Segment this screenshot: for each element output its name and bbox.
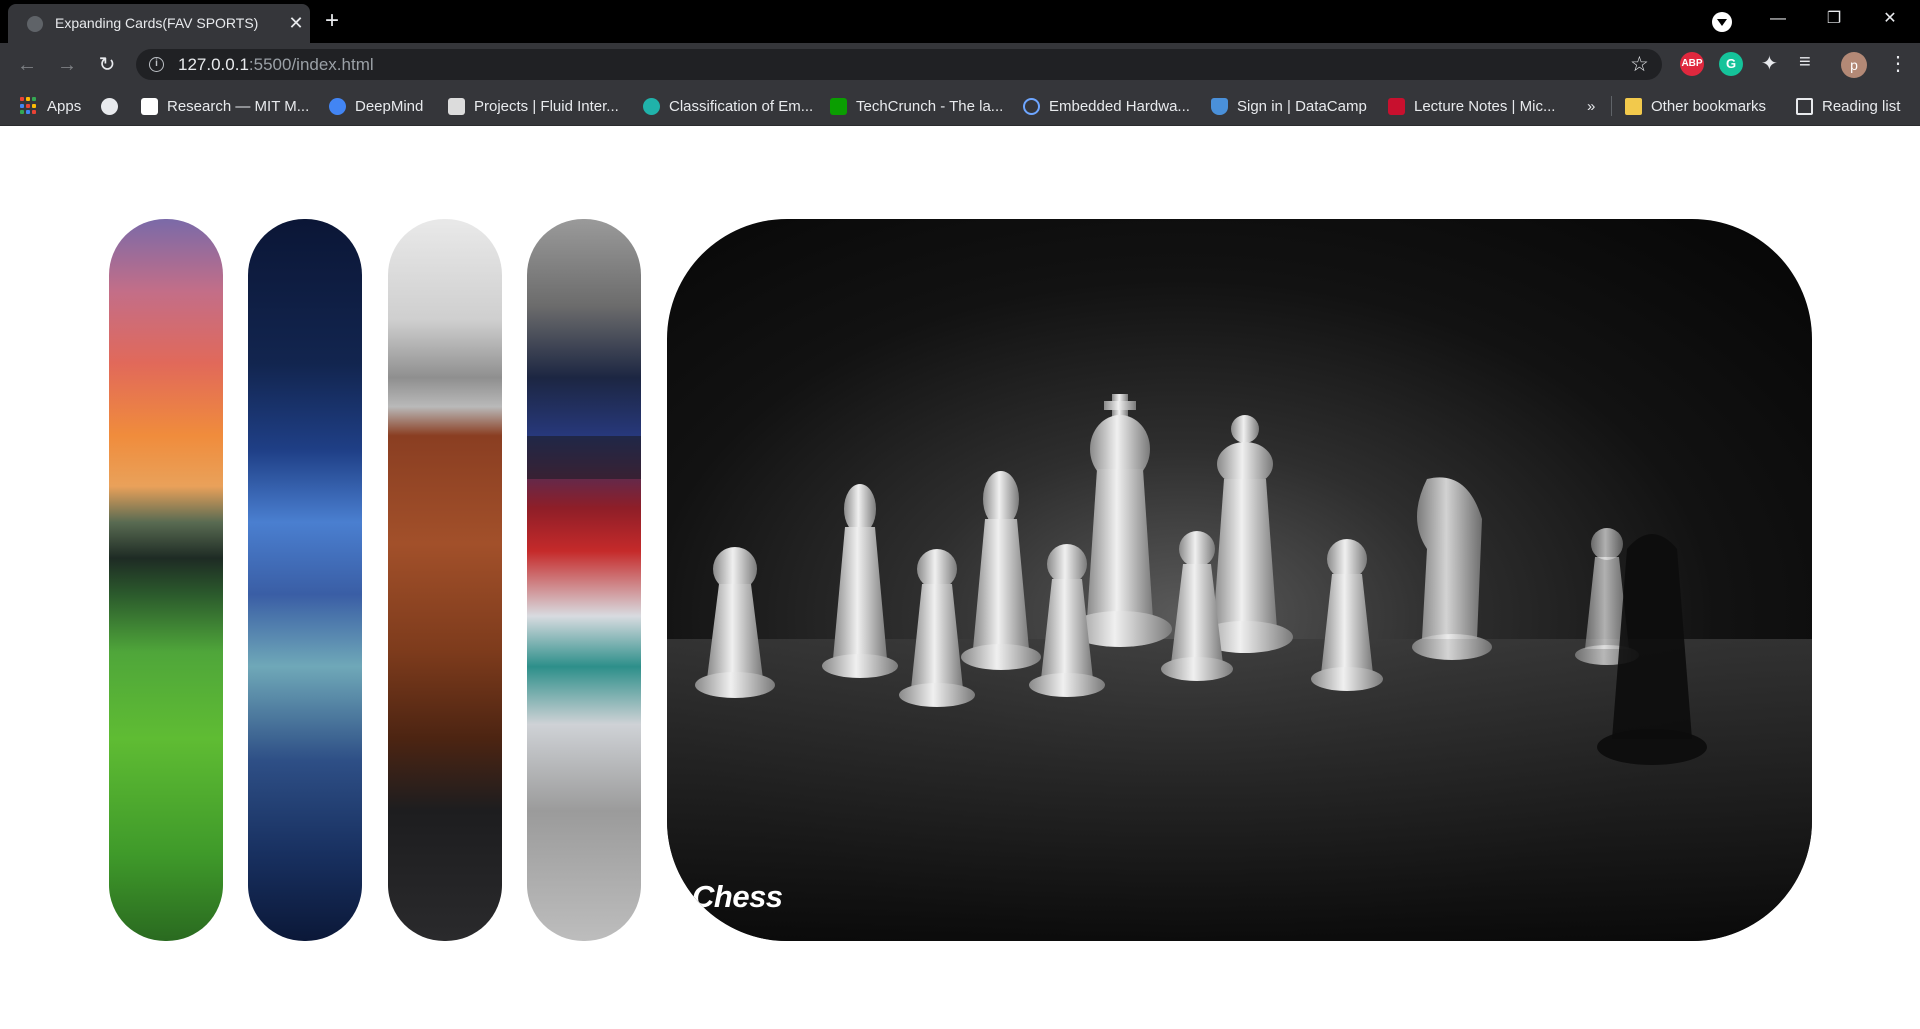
site-info-icon[interactable]: i: [149, 57, 164, 72]
infinity-icon: [1023, 97, 1040, 115]
bookmark-deepmind[interactable]: DeepMind: [329, 94, 423, 118]
datacamp-shield-icon: [1211, 97, 1228, 115]
kebab-menu-icon[interactable]: ⋮: [1888, 51, 1908, 76]
new-tab-button[interactable]: +: [325, 9, 339, 33]
sunset-stadium-card[interactable]: [109, 219, 223, 941]
bookmark-globe[interactable]: [101, 94, 127, 118]
deepmind-icon: [329, 97, 346, 115]
bookmark-techcrunch[interactable]: TechCrunch - The la...: [830, 94, 1003, 118]
grammarly-icon[interactable]: G: [1719, 52, 1743, 76]
browser-title-bar: Expanding Cards(FAV SPORTS) ✕ + — ❐ ✕: [0, 0, 1920, 43]
bookmark-datacamp[interactable]: Sign in | DataCamp: [1211, 94, 1367, 118]
restore-button[interactable]: ❐: [1806, 0, 1862, 40]
profile-avatar[interactable]: p: [1841, 52, 1867, 78]
adblock-plus-icon[interactable]: ABP: [1680, 52, 1704, 76]
browser-tab[interactable]: Expanding Cards(FAV SPORTS) ✕: [8, 4, 310, 43]
night-stadium-card[interactable]: [248, 219, 362, 941]
bookmark-star-icon[interactable]: ☆: [1630, 52, 1649, 77]
reading-list-icon: [1796, 97, 1813, 115]
bookmarks-overflow-button[interactable]: »: [1587, 94, 1595, 118]
browser-toolbar: ← → ↻ i 127.0.0.1:5500/index.html ☆ ABP …: [0, 43, 1920, 86]
bookmarks-divider: [1611, 96, 1612, 116]
bookmark-embedded-hardware[interactable]: Embedded Hardwa...: [1023, 94, 1190, 118]
chess-pieces-image: [667, 394, 1812, 941]
globe-icon: [101, 97, 118, 115]
fluid-interfaces-icon: [448, 97, 465, 115]
forward-arrow-icon[interactable]: →: [54, 52, 80, 78]
formula-one-card[interactable]: [527, 219, 641, 941]
globe-icon: [27, 16, 43, 32]
close-window-button[interactable]: ✕: [1862, 0, 1918, 40]
folder-icon: [1625, 97, 1642, 115]
reading-list-button[interactable]: Reading list: [1796, 94, 1900, 118]
back-arrow-icon[interactable]: ←: [14, 52, 40, 78]
bookmark-lecture-notes[interactable]: Lecture Notes | Mic...: [1388, 94, 1555, 118]
media-controls-icon[interactable]: ≡: [1799, 51, 1811, 74]
classification-icon: [643, 97, 660, 115]
bookmark-other-bookmarks[interactable]: Other bookmarks: [1625, 94, 1766, 118]
card-title: Chess: [692, 879, 783, 914]
bookmark-apps[interactable]: Apps: [20, 94, 81, 118]
reload-icon[interactable]: ↻: [94, 52, 120, 78]
apps-grid-icon: [20, 97, 38, 115]
address-bar[interactable]: i 127.0.0.1:5500/index.html ☆: [136, 49, 1662, 80]
expanding-cards-page: Chess: [0, 127, 1920, 1029]
bookmarks-bar: Apps Research — MIT M... DeepMind Projec…: [0, 86, 1920, 126]
mit-ocw-icon: [1388, 97, 1405, 115]
minimize-button[interactable]: —: [1750, 0, 1806, 40]
extensions-puzzle-icon[interactable]: ✦: [1761, 51, 1778, 76]
tab-close-icon[interactable]: ✕: [286, 12, 306, 34]
tab-title: Expanding Cards(FAV SPORTS): [55, 15, 259, 31]
url-text[interactable]: 127.0.0.1:5500/index.html: [178, 55, 374, 75]
chess-card[interactable]: Chess: [667, 219, 1812, 941]
bookmark-fluid-interfaces[interactable]: Projects | Fluid Inter...: [448, 94, 619, 118]
basketball-card[interactable]: [388, 219, 502, 941]
bookmark-research-mit[interactable]: Research — MIT M...: [141, 94, 309, 118]
tab-search-icon[interactable]: [1712, 12, 1732, 32]
bookmark-classification[interactable]: Classification of Em...: [643, 94, 813, 118]
mit-media-lab-icon: [141, 97, 158, 115]
techcrunch-icon: [830, 97, 847, 115]
